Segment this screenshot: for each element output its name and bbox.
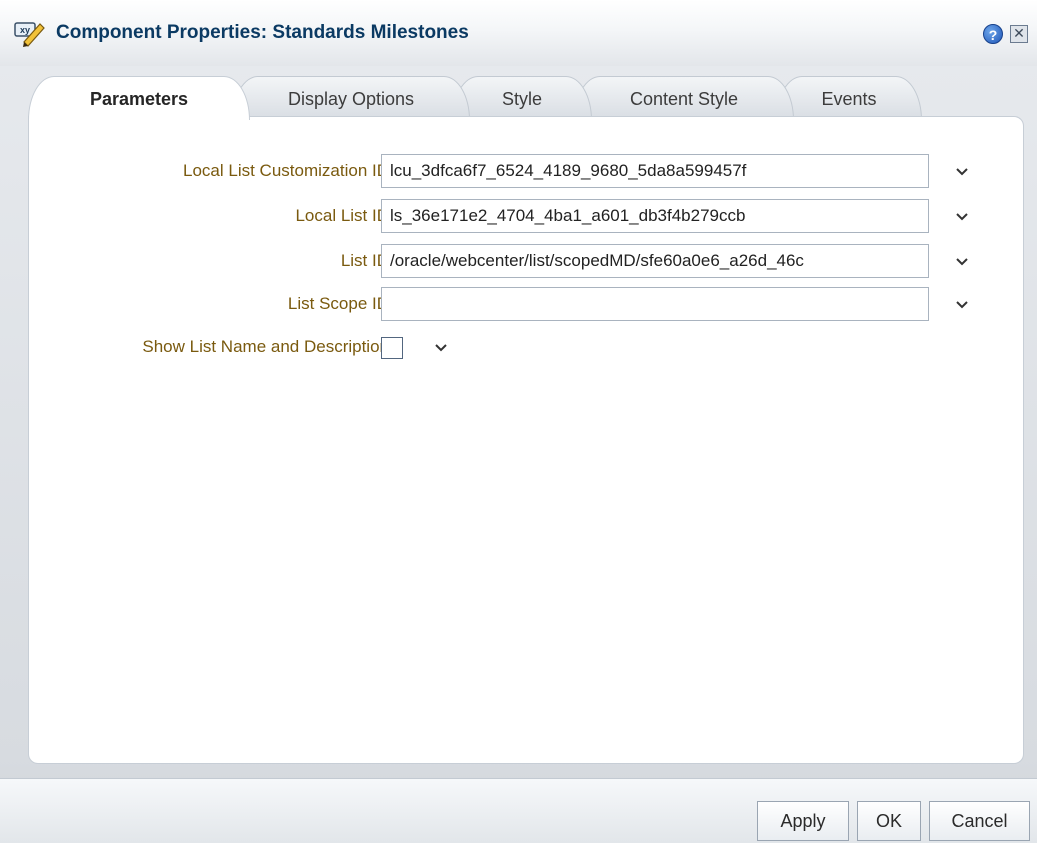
chevron-down-icon[interactable] (954, 163, 970, 179)
list-id-input[interactable]: /oracle/webcenter/list/scopedMD/sfe60a0e… (381, 244, 929, 278)
field-row-list-scope-id: List Scope ID (29, 286, 1025, 322)
chevron-down-icon[interactable] (433, 339, 449, 355)
field-row-list-id: List ID /oracle/webcenter/list/scopedMD/… (29, 243, 1025, 279)
field-row-local-list-customization-id: Local List Customization ID lcu_3dfca6f7… (29, 153, 1025, 189)
xy-component-icon: xy (14, 22, 45, 47)
chevron-down-icon[interactable] (954, 296, 970, 312)
help-icon[interactable]: ? (983, 24, 1003, 44)
cancel-button[interactable]: Cancel (929, 801, 1030, 841)
local-list-customization-id-input[interactable]: lcu_3dfca6f7_6524_4189_9680_5da8a599457f (381, 154, 929, 188)
tab-display-options[interactable]: Display Options (232, 76, 470, 120)
dialog-title: Component Properties: Standards Mileston… (56, 22, 469, 43)
tab-events[interactable]: Events (776, 76, 922, 120)
field-label: List Scope ID (287, 294, 389, 313)
local-list-id-input[interactable]: ls_36e171e2_4704_4ba1_a601_db3f4b279ccb (381, 199, 929, 233)
dialog-title-bar: xy Component Properties: Standards Miles… (0, 0, 1037, 66)
field-row-local-list-id: Local List ID ls_36e171e2_4704_4ba1_a601… (29, 198, 1025, 234)
close-icon[interactable]: ✕ (1010, 25, 1028, 43)
field-label: Local List Customization ID (183, 161, 389, 180)
dialog-footer: Apply OK Cancel (0, 778, 1037, 843)
parameters-panel: Local List Customization ID lcu_3dfca6f7… (28, 116, 1024, 764)
tab-bar: Events Content Style Style Display Optio… (0, 76, 1037, 120)
field-row-show-list-name-and-description: Show List Name and Description (29, 329, 1025, 365)
field-label: Local List ID (295, 206, 389, 225)
field-label: Show List Name and Description (142, 337, 389, 356)
chevron-down-icon[interactable] (954, 253, 970, 269)
tab-content-style[interactable]: Content Style (574, 76, 794, 120)
chevron-down-icon[interactable] (954, 208, 970, 224)
tab-parameters[interactable]: Parameters (28, 76, 250, 120)
svg-text:xy: xy (20, 25, 30, 35)
show-list-name-description-checkbox[interactable] (381, 337, 403, 359)
apply-button[interactable]: Apply (757, 801, 849, 841)
tab-style[interactable]: Style (452, 76, 592, 120)
ok-button[interactable]: OK (857, 801, 921, 841)
list-scope-id-input[interactable] (381, 287, 929, 321)
component-properties-dialog: xy Component Properties: Standards Miles… (0, 0, 1037, 843)
